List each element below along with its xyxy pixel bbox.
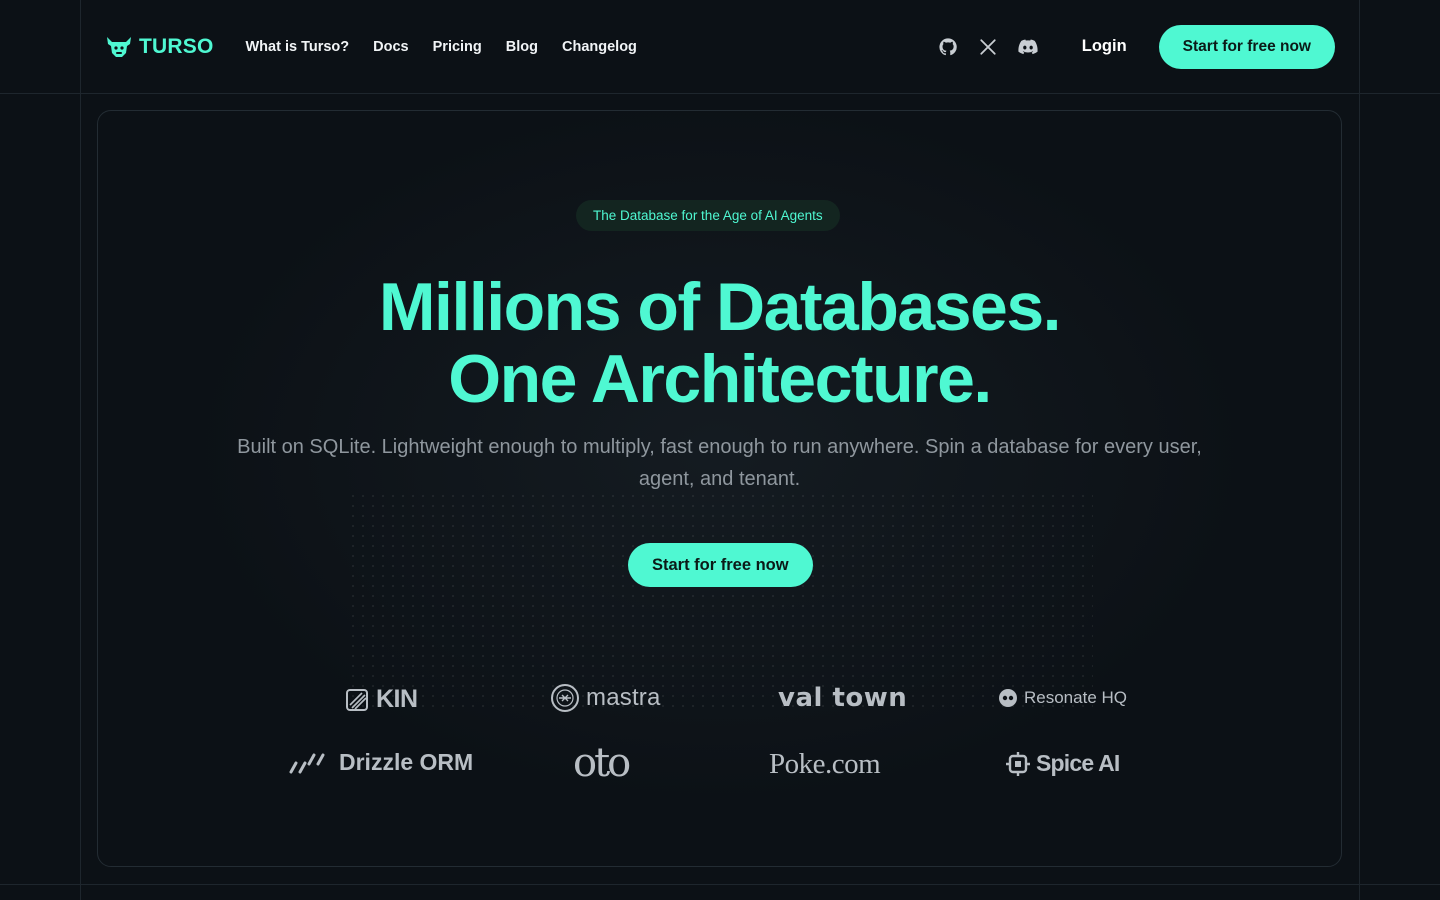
logo-oto: oto [573, 740, 631, 786]
header-start-free-button[interactable]: Start for free now [1158, 24, 1335, 69]
logo-text: Resonate HQ [1024, 688, 1127, 707]
drizzle-logo-icon [289, 752, 329, 774]
logo-text: Drizzle ORM [339, 749, 474, 775]
header-actions: Login Start for free now [938, 24, 1335, 69]
page: TURSO What is Turso? Docs Pricing Blog C… [0, 0, 1440, 900]
logo-kin: KIN [346, 685, 418, 714]
logo-text: mastra [586, 684, 661, 711]
logo-text: KIN [376, 685, 418, 713]
x-icon[interactable] [978, 37, 998, 57]
brand-name: TURSO [139, 34, 214, 58]
section-divider [0, 884, 1440, 885]
nav-pricing[interactable]: Pricing [433, 39, 482, 55]
kin-logo-icon [346, 688, 370, 711]
dot-pattern-background [348, 491, 1093, 711]
nav-changelog[interactable]: Changelog [562, 39, 637, 55]
guide-line-left [80, 0, 81, 900]
logo-text: oto [573, 740, 631, 786]
nav-blog[interactable]: Blog [506, 39, 538, 55]
hero-headline: Millions of Databases. One Architecture. [98, 271, 1341, 415]
nav-what-is-turso[interactable]: What is Turso? [246, 39, 350, 55]
header-divider [0, 93, 1440, 94]
login-link[interactable]: Login [1082, 37, 1127, 56]
social-links [938, 37, 1038, 57]
headline-line-1: Millions of Databases. [378, 269, 1062, 345]
github-icon[interactable] [938, 37, 958, 57]
site-header: TURSO What is Turso? Docs Pricing Blog C… [80, 0, 1360, 93]
nav-docs[interactable]: Docs [373, 39, 408, 55]
logo-val-town: val town [778, 683, 907, 713]
brand-logo-link[interactable]: TURSO [105, 35, 214, 59]
main-nav: What is Turso? Docs Pricing Blog Changel… [246, 39, 637, 55]
turso-bull-icon [105, 35, 133, 59]
logo-drizzle-orm: Drizzle ORM [289, 749, 473, 776]
hero-subtitle: Built on SQLite. Lightweight enough to m… [237, 436, 1202, 490]
logo-text: val town [778, 683, 908, 713]
logo-spice-ai: Spice AI [1006, 750, 1120, 777]
discord-icon[interactable] [1018, 37, 1038, 57]
hero-card: The Database for the Age of AI Agents Mi… [97, 110, 1342, 867]
logo-text: Spice AI [1036, 750, 1120, 776]
mastra-logo-icon [550, 683, 580, 713]
hero-badge: The Database for the Age of AI Agents [576, 200, 840, 231]
guide-line-right [1359, 0, 1360, 900]
logo-mastra: mastra [550, 683, 661, 713]
logo-poke-com: Poke.com [769, 748, 881, 781]
spice-logo-icon [1006, 751, 1030, 776]
hero-start-free-button[interactable]: Start for free now [628, 543, 813, 587]
logo-text: Poke.com [769, 748, 881, 780]
headline-line-2: One Architecture. [448, 341, 992, 417]
resonate-logo-icon [998, 688, 1018, 708]
logo-resonate-hq: Resonate HQ [998, 688, 1127, 708]
